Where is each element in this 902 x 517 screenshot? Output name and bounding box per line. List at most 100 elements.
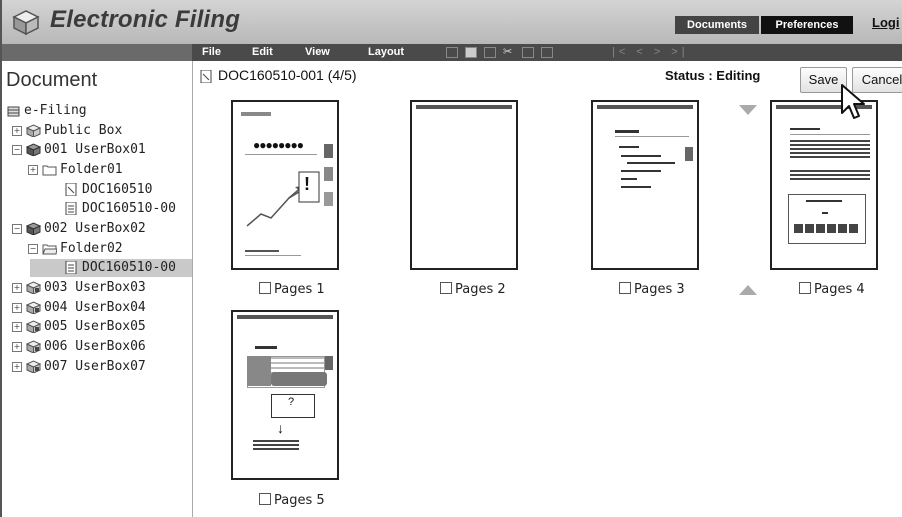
sidebar-item-label: 005 UserBox05 [44, 319, 146, 334]
page-label-3: Pages 3 [634, 282, 685, 297]
insert-marker-up-icon[interactable] [739, 285, 757, 295]
menu-bar-left-strip [2, 44, 192, 61]
open-folder-icon [42, 244, 57, 255]
save-disk-icon[interactable] [465, 47, 477, 58]
insert-icon[interactable] [446, 47, 458, 58]
page-caption-4[interactable]: Pages 4 [799, 282, 865, 297]
page-label-2: Pages 2 [455, 282, 506, 297]
cut-icon[interactable]: ✂ [503, 45, 515, 58]
page-navigation[interactable]: |< < > >| [612, 46, 689, 58]
menu-layout[interactable]: Layout [368, 46, 404, 58]
preferences-tab[interactable]: Preferences [761, 16, 853, 34]
status-text: Status : Editing [665, 68, 761, 83]
page-thumbnail-2[interactable] [410, 100, 518, 270]
page-checkbox-4[interactable] [799, 282, 811, 294]
page-checkbox-2[interactable] [440, 282, 452, 294]
menu-edit[interactable]: Edit [252, 46, 273, 58]
page-caption-1[interactable]: Pages 1 [259, 282, 325, 297]
tree-root-label: e-Filing [24, 103, 87, 118]
sidebar-item-userbox01[interactable]: − 001 UserBox01 [12, 141, 146, 159]
page-thumbnail-5[interactable]: ? ↓ [231, 310, 339, 480]
expand-icon[interactable]: + [12, 282, 22, 293]
expand-icon[interactable]: + [12, 341, 22, 352]
document-icon [200, 69, 212, 83]
folder-icon [42, 165, 57, 176]
document-icon [65, 261, 77, 274]
page-label-4: Pages 4 [814, 282, 865, 297]
sidebar-tree: Document e-Filing + Public Box − 001 UserB… [2, 61, 193, 517]
collapse-icon[interactable]: − [12, 223, 22, 234]
sidebar-item-userbox02[interactable]: − 002 UserBox02 [12, 220, 146, 238]
efiling-logo-icon [12, 10, 40, 36]
tree-root-efiling[interactable]: e-Filing [6, 102, 87, 120]
page5-callout: ? [288, 396, 295, 408]
app-window: Electronic Filing Documents Preferences … [0, 0, 902, 517]
user-box-icon [26, 222, 41, 235]
expand-icon[interactable]: + [12, 361, 22, 372]
page1-dots: ●●●●●●●● [253, 138, 304, 152]
sidebar-item-userbox04[interactable]: +004 UserBox04 [12, 299, 146, 317]
page-caption-5[interactable]: Pages 5 [259, 493, 325, 508]
insert-marker-down-icon[interactable] [739, 105, 757, 115]
sidebar-item-label: 002 UserBox02 [44, 221, 146, 236]
locked-box-icon [26, 360, 41, 373]
sidebar-item-userbox07[interactable]: +007 UserBox07 [12, 358, 146, 376]
sidebar-item-label: 004 UserBox04 [44, 300, 146, 315]
sidebar-item-public-box[interactable]: + Public Box [12, 122, 122, 140]
login-link[interactable]: Logi [872, 15, 899, 30]
page-caption-3[interactable]: Pages 3 [619, 282, 685, 297]
sidebar-item-doc160510-00[interactable]: DOC160510-00 [64, 200, 176, 218]
expand-icon[interactable]: + [12, 302, 22, 313]
page-label-5: Pages 5 [274, 493, 325, 508]
documents-tab[interactable]: Documents [675, 16, 759, 34]
chart-illustration [246, 171, 320, 227]
copy-icon[interactable] [522, 47, 534, 58]
sidebar-item-userbox06[interactable]: +006 UserBox06 [12, 338, 146, 356]
page-checkbox-3[interactable] [619, 282, 631, 294]
menu-bar: File Edit View Layout ✂ |< < > >| [2, 44, 902, 61]
sidebar-item-label: DOC160510-00 [82, 201, 176, 216]
mouse-pointer-icon [841, 84, 865, 119]
paste-icon[interactable] [541, 47, 553, 58]
locked-box-icon [26, 301, 41, 314]
sidebar-item-label: Folder01 [60, 162, 123, 177]
sidebar-item-doc160510-00-selected[interactable]: DOC160510-00 [30, 259, 192, 277]
document-name: DOC160510-001 (4/5) [218, 67, 357, 83]
efiling-root-icon [7, 106, 20, 117]
app-title: Electronic Filing [50, 6, 241, 33]
document-view: DOC160510-001 (4/5) Status : Editing Sav… [193, 61, 902, 517]
page-thumbnail-1[interactable]: ●●●●●●●● ! [231, 100, 339, 270]
page-caption-2[interactable]: Pages 2 [440, 282, 506, 297]
locked-box-icon [26, 320, 41, 333]
sidebar-item-folder01[interactable]: + Folder01 [28, 161, 123, 179]
menu-file[interactable]: File [202, 46, 221, 58]
print-icon[interactable] [484, 47, 496, 58]
sidebar-item-userbox03[interactable]: +003 UserBox03 [12, 279, 146, 297]
sidebar-item-label: 006 UserBox06 [44, 339, 146, 354]
page-thumbnail-4[interactable] [770, 100, 878, 270]
user-box-icon [26, 143, 41, 156]
expand-icon[interactable]: + [12, 321, 22, 332]
sidebar-item-label: Folder02 [60, 241, 123, 256]
document-header: DOC160510-001 (4/5) [199, 67, 357, 83]
expand-icon[interactable]: + [28, 164, 38, 175]
page-thumbnail-3[interactable] [591, 100, 699, 270]
locked-box-icon [26, 340, 41, 353]
sidebar-item-userbox05[interactable]: +005 UserBox05 [12, 318, 146, 336]
sidebar-title: Document [6, 69, 98, 91]
sidebar-item-doc160510[interactable]: DOC160510 [64, 181, 152, 199]
sidebar-item-label: 007 UserBox07 [44, 359, 146, 374]
sidebar-item-label: DOC160510-00 [82, 260, 176, 275]
sidebar-item-folder02[interactable]: − Folder02 [28, 240, 123, 258]
collapse-icon[interactable]: − [12, 144, 22, 155]
box-icon [26, 124, 41, 137]
page-checkbox-5[interactable] [259, 493, 271, 505]
page-label-1: Pages 1 [274, 282, 325, 297]
menu-view[interactable]: View [305, 46, 330, 58]
collapse-icon[interactable]: − [28, 243, 38, 254]
page-checkbox-1[interactable] [259, 282, 271, 294]
sidebar-item-label: 003 UserBox03 [44, 280, 146, 295]
sidebar-item-label: Public Box [44, 123, 123, 138]
expand-icon[interactable]: + [12, 125, 22, 136]
sidebar-item-label: 001 UserBox01 [44, 142, 146, 157]
